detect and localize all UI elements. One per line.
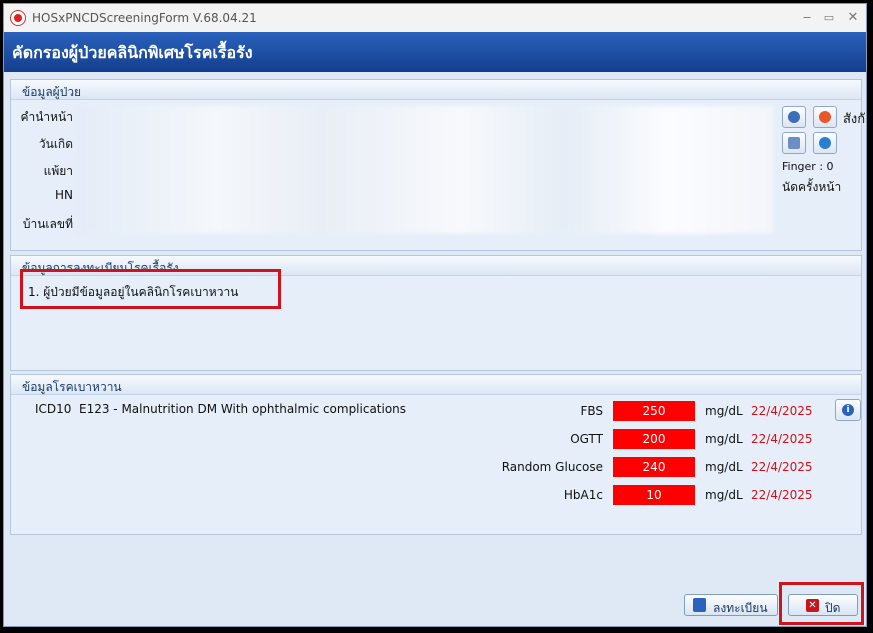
random-glucose-value: 240 (613, 457, 695, 477)
save-icon (693, 598, 706, 612)
fbs-date: 22/4/2025 (751, 404, 813, 418)
affiliation-label: สังกั (843, 112, 866, 127)
fbs-unit: mg/dL (705, 404, 743, 418)
maximize-icon[interactable]: ▭ (818, 8, 840, 28)
prefix-label: คำนำหน้า (20, 110, 73, 124)
fingerprint-icon (788, 137, 800, 149)
diabetes-panel: ข้อมูลโรคเบาหวาน ICD10 E123 - Malnutriti… (10, 374, 862, 535)
icd10-label: ICD10 (35, 402, 72, 416)
random-glucose-label: Random Glucose (501, 460, 603, 474)
app-logo-icon (10, 10, 26, 26)
ogtt-label: OGTT (570, 432, 603, 446)
birthdate-label: วันเกิด (38, 137, 73, 151)
window-title: HOSxPNCDScreeningForm V.68.04.21 (32, 11, 257, 25)
window-titlebar: HOSxPNCDScreeningForm V.68.04.21 ‒ ▭ ✕ (4, 4, 866, 33)
info-icon: i (842, 404, 854, 416)
close-x-icon: ✕ (806, 599, 819, 612)
highlight-box (20, 269, 281, 309)
address-label: บ้านเลขที่ (22, 217, 73, 231)
webcam-icon (788, 111, 800, 123)
photo-button[interactable] (813, 106, 837, 128)
app-window: HOSxPNCDScreeningForm V.68.04.21 ‒ ▭ ✕ ค… (3, 3, 867, 627)
webcam-button[interactable] (782, 106, 806, 128)
ogtt-value: 200 (613, 429, 695, 449)
fingerprint-button[interactable] (782, 132, 806, 154)
diabetes-section-title: ข้อมูลโรคเบาหวาน (11, 375, 861, 395)
minimize-icon[interactable]: ‒ (796, 8, 818, 28)
next-appointment-label: นัดครั้งหน้า (782, 180, 842, 194)
hn-label: HN (55, 188, 73, 202)
allergy-label: แพ้ยา (43, 164, 73, 178)
info-button[interactable]: i (835, 399, 861, 421)
icd10-value: E123 - Malnutrition DM With ophthalmic c… (79, 402, 407, 416)
form-header: คัดกรองผู้ป่วยคลินิกพิเศษโรคเรื้อรัง (4, 32, 866, 72)
close-button[interactable]: ✕ ปิด (788, 594, 858, 616)
hba1c-value: 10 (613, 485, 695, 505)
random-glucose-unit: mg/dL (705, 460, 743, 474)
form-title: คัดกรองผู้ป่วยคลินิกพิเศษโรคเรื้อรัง (12, 43, 253, 62)
patient-section-title: ข้อมูลผู้ป่วย (11, 80, 861, 100)
hba1c-unit: mg/dL (705, 488, 743, 502)
hba1c-date: 22/4/2025 (751, 488, 813, 502)
hba1c-label: HbA1c (563, 488, 603, 502)
user-button[interactable] (813, 132, 837, 154)
ogtt-unit: mg/dL (705, 432, 743, 446)
patient-info-redacted (78, 106, 773, 234)
fbs-value: 250 (613, 401, 695, 421)
register-button[interactable]: ลงทะเบียน (684, 594, 778, 616)
ogtt-date: 22/4/2025 (751, 432, 813, 446)
finger-count: Finger : 0 (782, 160, 834, 173)
fbs-label: FBS (580, 404, 603, 418)
close-icon[interactable]: ✕ (842, 8, 864, 28)
random-glucose-date: 22/4/2025 (751, 460, 813, 474)
patient-panel: ข้อมูลผู้ป่วย คำนำหน้า วันเกิด แพ้ยา HN … (10, 79, 866, 251)
user-icon (819, 137, 831, 149)
person-photo-icon (819, 111, 831, 123)
